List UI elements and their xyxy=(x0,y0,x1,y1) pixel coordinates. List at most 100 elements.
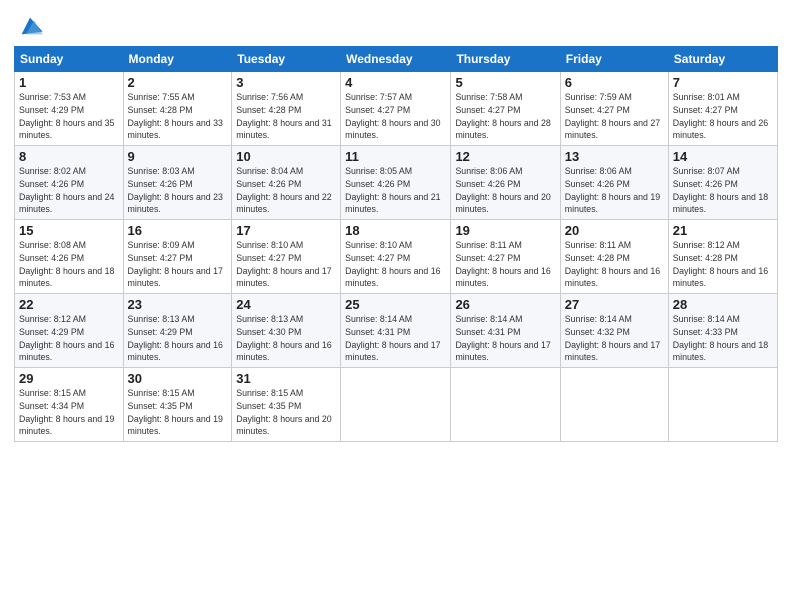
day-number: 2 xyxy=(128,75,228,90)
day-number: 28 xyxy=(673,297,773,312)
logo xyxy=(14,14,44,40)
day-info: Sunrise: 8:06 AMSunset: 4:26 PMDaylight:… xyxy=(565,165,664,216)
day-info: Sunrise: 8:10 AMSunset: 4:27 PMDaylight:… xyxy=(236,239,336,290)
calendar-cell: 31Sunrise: 8:15 AMSunset: 4:35 PMDayligh… xyxy=(232,368,341,442)
day-number: 8 xyxy=(19,149,119,164)
calendar-cell: 27Sunrise: 8:14 AMSunset: 4:32 PMDayligh… xyxy=(560,294,668,368)
day-info: Sunrise: 7:55 AMSunset: 4:28 PMDaylight:… xyxy=(128,91,228,142)
calendar-week-5: 29Sunrise: 8:15 AMSunset: 4:34 PMDayligh… xyxy=(15,368,778,442)
calendar-cell: 13Sunrise: 8:06 AMSunset: 4:26 PMDayligh… xyxy=(560,146,668,220)
day-info: Sunrise: 8:12 AMSunset: 4:28 PMDaylight:… xyxy=(673,239,773,290)
day-number: 12 xyxy=(455,149,555,164)
calendar-cell: 2Sunrise: 7:55 AMSunset: 4:28 PMDaylight… xyxy=(123,72,232,146)
calendar-cell: 4Sunrise: 7:57 AMSunset: 4:27 PMDaylight… xyxy=(341,72,451,146)
calendar-cell: 3Sunrise: 7:56 AMSunset: 4:28 PMDaylight… xyxy=(232,72,341,146)
day-number: 11 xyxy=(345,149,446,164)
day-number: 1 xyxy=(19,75,119,90)
calendar-week-4: 22Sunrise: 8:12 AMSunset: 4:29 PMDayligh… xyxy=(15,294,778,368)
day-info: Sunrise: 8:15 AMSunset: 4:35 PMDaylight:… xyxy=(236,387,336,438)
day-number: 23 xyxy=(128,297,228,312)
day-info: Sunrise: 8:04 AMSunset: 4:26 PMDaylight:… xyxy=(236,165,336,216)
day-number: 9 xyxy=(128,149,228,164)
day-number: 30 xyxy=(128,371,228,386)
day-number: 4 xyxy=(345,75,446,90)
calendar-header-tuesday: Tuesday xyxy=(232,47,341,72)
day-info: Sunrise: 8:02 AMSunset: 4:26 PMDaylight:… xyxy=(19,165,119,216)
logo-icon xyxy=(16,12,44,40)
calendar-cell: 19Sunrise: 8:11 AMSunset: 4:27 PMDayligh… xyxy=(451,220,560,294)
calendar-cell: 26Sunrise: 8:14 AMSunset: 4:31 PMDayligh… xyxy=(451,294,560,368)
calendar-cell: 8Sunrise: 8:02 AMSunset: 4:26 PMDaylight… xyxy=(15,146,124,220)
day-info: Sunrise: 8:14 AMSunset: 4:32 PMDaylight:… xyxy=(565,313,664,364)
day-info: Sunrise: 8:12 AMSunset: 4:29 PMDaylight:… xyxy=(19,313,119,364)
calendar-header-row: SundayMondayTuesdayWednesdayThursdayFrid… xyxy=(15,47,778,72)
calendar-cell: 14Sunrise: 8:07 AMSunset: 4:26 PMDayligh… xyxy=(668,146,777,220)
calendar-header-monday: Monday xyxy=(123,47,232,72)
calendar-cell: 30Sunrise: 8:15 AMSunset: 4:35 PMDayligh… xyxy=(123,368,232,442)
day-info: Sunrise: 8:15 AMSunset: 4:35 PMDaylight:… xyxy=(128,387,228,438)
calendar-header-friday: Friday xyxy=(560,47,668,72)
calendar-cell: 29Sunrise: 8:15 AMSunset: 4:34 PMDayligh… xyxy=(15,368,124,442)
day-number: 25 xyxy=(345,297,446,312)
day-info: Sunrise: 7:58 AMSunset: 4:27 PMDaylight:… xyxy=(455,91,555,142)
calendar-header-thursday: Thursday xyxy=(451,47,560,72)
day-number: 24 xyxy=(236,297,336,312)
day-number: 20 xyxy=(565,223,664,238)
day-info: Sunrise: 8:01 AMSunset: 4:27 PMDaylight:… xyxy=(673,91,773,142)
calendar-cell: 5Sunrise: 7:58 AMSunset: 4:27 PMDaylight… xyxy=(451,72,560,146)
day-number: 6 xyxy=(565,75,664,90)
page-container: SundayMondayTuesdayWednesdayThursdayFrid… xyxy=(0,0,792,448)
day-info: Sunrise: 8:14 AMSunset: 4:33 PMDaylight:… xyxy=(673,313,773,364)
day-number: 15 xyxy=(19,223,119,238)
day-info: Sunrise: 8:11 AMSunset: 4:27 PMDaylight:… xyxy=(455,239,555,290)
calendar-cell xyxy=(451,368,560,442)
calendar-cell: 6Sunrise: 7:59 AMSunset: 4:27 PMDaylight… xyxy=(560,72,668,146)
day-number: 7 xyxy=(673,75,773,90)
day-info: Sunrise: 8:13 AMSunset: 4:29 PMDaylight:… xyxy=(128,313,228,364)
calendar-cell: 25Sunrise: 8:14 AMSunset: 4:31 PMDayligh… xyxy=(341,294,451,368)
day-number: 18 xyxy=(345,223,446,238)
day-info: Sunrise: 7:57 AMSunset: 4:27 PMDaylight:… xyxy=(345,91,446,142)
calendar-table: SundayMondayTuesdayWednesdayThursdayFrid… xyxy=(14,46,778,442)
day-info: Sunrise: 7:53 AMSunset: 4:29 PMDaylight:… xyxy=(19,91,119,142)
day-number: 22 xyxy=(19,297,119,312)
day-number: 3 xyxy=(236,75,336,90)
calendar-cell: 11Sunrise: 8:05 AMSunset: 4:26 PMDayligh… xyxy=(341,146,451,220)
day-number: 21 xyxy=(673,223,773,238)
calendar-week-1: 1Sunrise: 7:53 AMSunset: 4:29 PMDaylight… xyxy=(15,72,778,146)
calendar-week-3: 15Sunrise: 8:08 AMSunset: 4:26 PMDayligh… xyxy=(15,220,778,294)
day-number: 19 xyxy=(455,223,555,238)
calendar-week-2: 8Sunrise: 8:02 AMSunset: 4:26 PMDaylight… xyxy=(15,146,778,220)
day-info: Sunrise: 8:06 AMSunset: 4:26 PMDaylight:… xyxy=(455,165,555,216)
day-info: Sunrise: 8:11 AMSunset: 4:28 PMDaylight:… xyxy=(565,239,664,290)
calendar-header-sunday: Sunday xyxy=(15,47,124,72)
day-info: Sunrise: 8:15 AMSunset: 4:34 PMDaylight:… xyxy=(19,387,119,438)
day-number: 31 xyxy=(236,371,336,386)
day-info: Sunrise: 8:07 AMSunset: 4:26 PMDaylight:… xyxy=(673,165,773,216)
calendar-cell: 16Sunrise: 8:09 AMSunset: 4:27 PMDayligh… xyxy=(123,220,232,294)
day-info: Sunrise: 8:05 AMSunset: 4:26 PMDaylight:… xyxy=(345,165,446,216)
day-number: 29 xyxy=(19,371,119,386)
calendar-cell: 7Sunrise: 8:01 AMSunset: 4:27 PMDaylight… xyxy=(668,72,777,146)
day-info: Sunrise: 8:13 AMSunset: 4:30 PMDaylight:… xyxy=(236,313,336,364)
day-number: 16 xyxy=(128,223,228,238)
day-info: Sunrise: 7:56 AMSunset: 4:28 PMDaylight:… xyxy=(236,91,336,142)
day-number: 10 xyxy=(236,149,336,164)
day-info: Sunrise: 8:10 AMSunset: 4:27 PMDaylight:… xyxy=(345,239,446,290)
calendar-cell: 20Sunrise: 8:11 AMSunset: 4:28 PMDayligh… xyxy=(560,220,668,294)
calendar-cell: 15Sunrise: 8:08 AMSunset: 4:26 PMDayligh… xyxy=(15,220,124,294)
calendar-cell: 1Sunrise: 7:53 AMSunset: 4:29 PMDaylight… xyxy=(15,72,124,146)
day-number: 27 xyxy=(565,297,664,312)
day-number: 17 xyxy=(236,223,336,238)
calendar-cell xyxy=(341,368,451,442)
calendar-cell: 12Sunrise: 8:06 AMSunset: 4:26 PMDayligh… xyxy=(451,146,560,220)
day-number: 14 xyxy=(673,149,773,164)
page-header xyxy=(14,10,778,40)
day-info: Sunrise: 8:08 AMSunset: 4:26 PMDaylight:… xyxy=(19,239,119,290)
calendar-cell: 9Sunrise: 8:03 AMSunset: 4:26 PMDaylight… xyxy=(123,146,232,220)
calendar-cell: 28Sunrise: 8:14 AMSunset: 4:33 PMDayligh… xyxy=(668,294,777,368)
day-info: Sunrise: 8:03 AMSunset: 4:26 PMDaylight:… xyxy=(128,165,228,216)
day-info: Sunrise: 8:14 AMSunset: 4:31 PMDaylight:… xyxy=(345,313,446,364)
calendar-cell xyxy=(668,368,777,442)
calendar-cell xyxy=(560,368,668,442)
